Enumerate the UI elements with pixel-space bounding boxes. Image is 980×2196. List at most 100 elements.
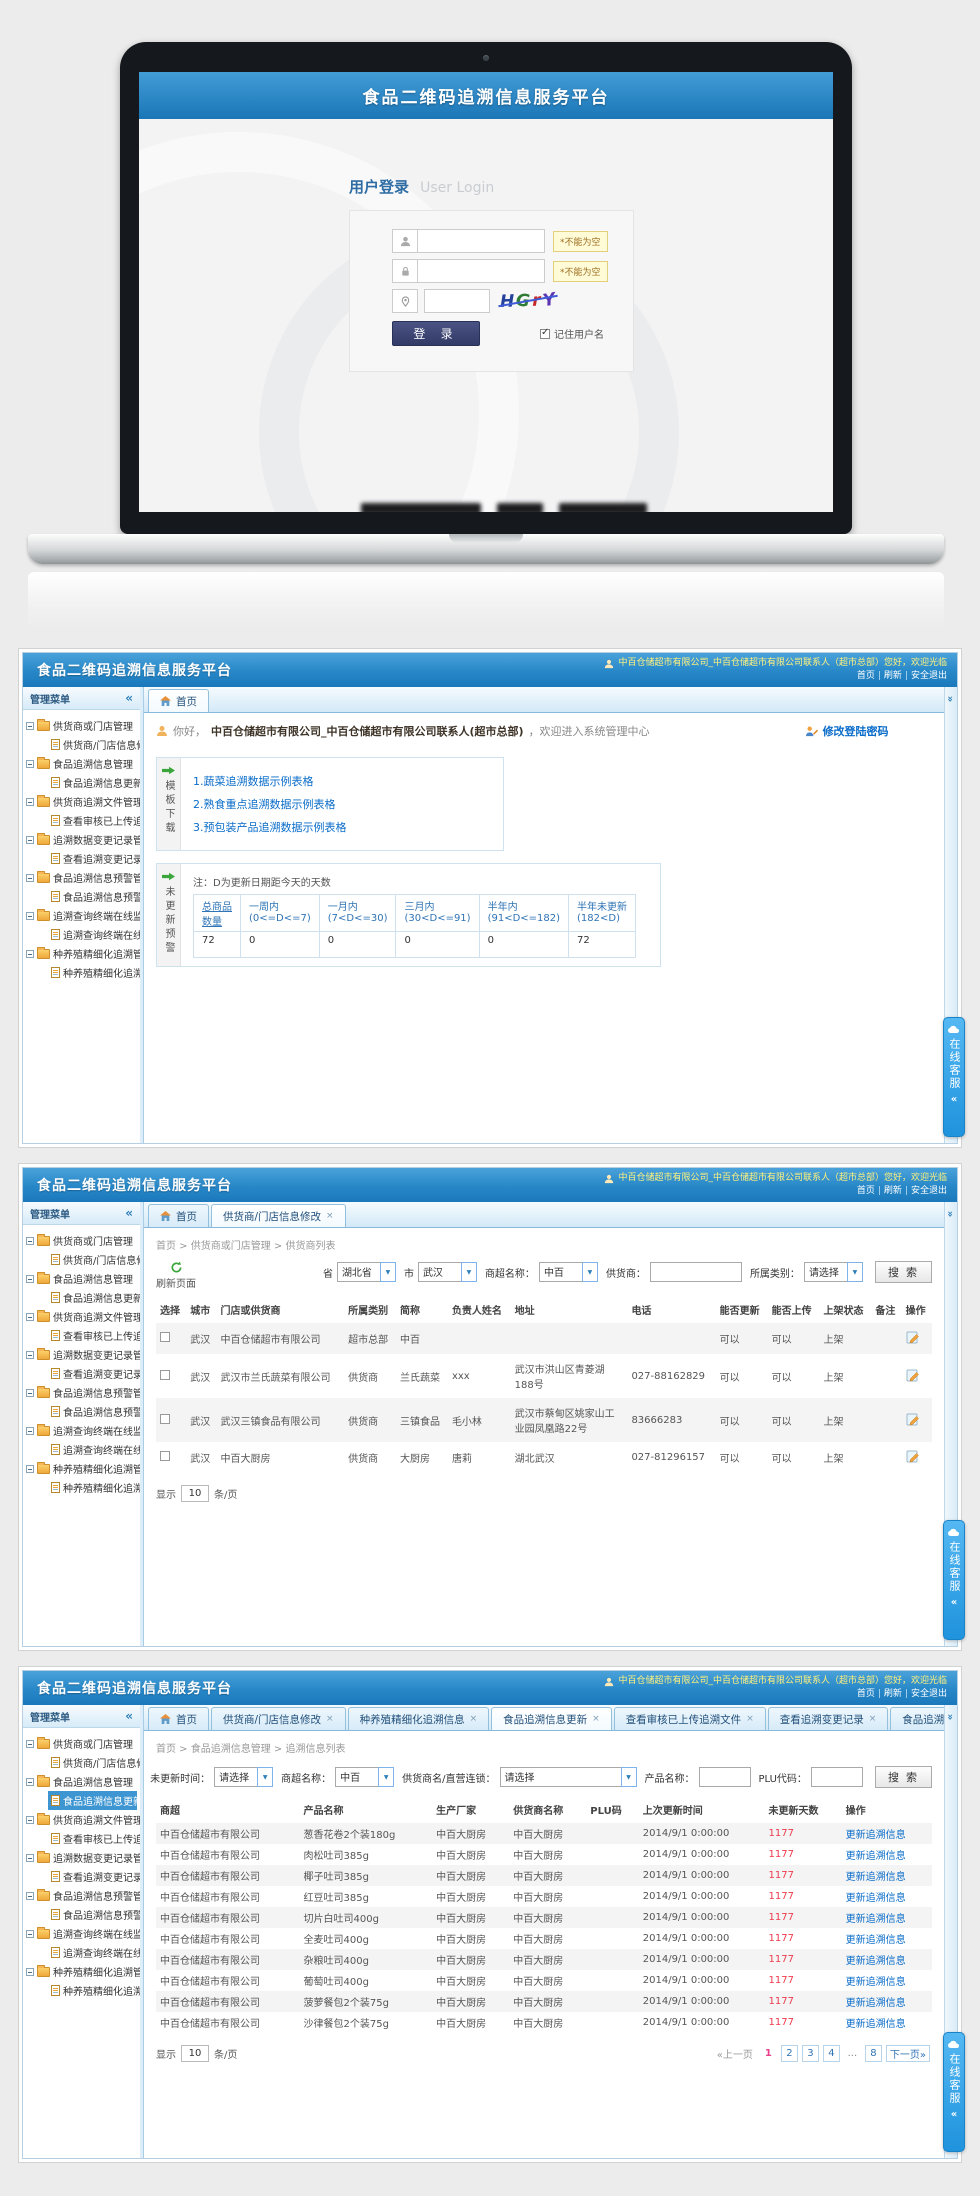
nav-home-link[interactable]: 首页 bbox=[857, 1689, 875, 1699]
sidebar-item[interactable]: 食品追溯信息更新 bbox=[48, 1288, 137, 1307]
sidebar-item[interactable]: 种养殖精细化追溯信息 bbox=[48, 1478, 137, 1497]
tab[interactable]: 查看追溯变更记录× bbox=[768, 1707, 889, 1730]
filter-select[interactable]: 请选择▼ bbox=[804, 1262, 863, 1282]
sidebar-group[interactable]: 供货商追溯文件管理 bbox=[26, 1810, 137, 1829]
nav-refresh-link[interactable]: 刷新 bbox=[884, 1689, 902, 1699]
sidebar-item[interactable]: 食品追溯信息更新 bbox=[48, 1791, 137, 1810]
pagination-page[interactable]: 8 bbox=[865, 2045, 882, 2062]
collapse-toggle-icon[interactable] bbox=[26, 1968, 34, 1976]
template-download-link[interactable]: 3.预包装产品追溯数据示例表格 bbox=[193, 819, 491, 835]
sidebar-collapse-icon[interactable]: « bbox=[125, 1206, 133, 1220]
sidebar-item[interactable]: 查看审核已上传追溯文件 bbox=[48, 1326, 137, 1345]
nav-refresh-link[interactable]: 刷新 bbox=[884, 671, 902, 681]
collapse-toggle-icon[interactable] bbox=[26, 912, 34, 920]
login-button[interactable]: 登 录 bbox=[392, 321, 480, 346]
collapse-toggle-icon[interactable] bbox=[26, 1237, 34, 1245]
collapse-toggle-icon[interactable] bbox=[26, 1351, 34, 1359]
sidebar-group[interactable]: 追溯数据变更记录管理 bbox=[26, 1848, 137, 1867]
sidebar-group[interactable]: 食品追溯信息预警管理 bbox=[26, 1886, 137, 1905]
sidebar-item[interactable]: 追溯查询终端在线状态 bbox=[48, 1440, 137, 1459]
sidebar-group[interactable]: 追溯数据变更记录管理 bbox=[26, 1345, 137, 1364]
update-trace-link[interactable]: 更新追溯信息 bbox=[846, 1872, 906, 1883]
sidebar-group[interactable]: 食品追溯信息管理 bbox=[26, 1772, 137, 1791]
collapse-toggle-icon[interactable] bbox=[26, 950, 34, 958]
update-trace-link[interactable]: 更新追溯信息 bbox=[846, 1977, 906, 1988]
search-button[interactable]: 搜 索 bbox=[875, 1261, 932, 1283]
sidebar-collapse-icon[interactable]: « bbox=[125, 1709, 133, 1723]
close-tab-icon[interactable]: × bbox=[869, 1714, 877, 1724]
tab[interactable]: 种养殖精细化追溯信息× bbox=[348, 1707, 490, 1730]
collapse-toggle-icon[interactable] bbox=[26, 1465, 34, 1473]
tab[interactable]: 供货商/门店信息修改× bbox=[211, 1707, 346, 1730]
nav-logout-link[interactable]: 安全退出 bbox=[911, 1186, 947, 1196]
sidebar-group[interactable]: 种养殖精细化追溯管理 bbox=[26, 1459, 137, 1478]
sidebar-item[interactable]: 食品追溯信息预警 bbox=[48, 1905, 137, 1924]
collapse-toggle-icon[interactable] bbox=[26, 1313, 34, 1321]
update-trace-link[interactable]: 更新追溯信息 bbox=[846, 1935, 906, 1946]
update-trace-link[interactable]: 更新追溯信息 bbox=[846, 1851, 906, 1862]
sidebar-item[interactable]: 供货商/门店信息修改 bbox=[48, 1250, 137, 1269]
row-checkbox[interactable] bbox=[160, 1451, 170, 1461]
update-trace-link[interactable]: 更新追溯信息 bbox=[846, 1956, 906, 1967]
nav-logout-link[interactable]: 安全退出 bbox=[911, 1689, 947, 1699]
online-service-tab[interactable]: 在线客服 « bbox=[943, 2032, 965, 2152]
refresh-page-button[interactable]: 刷新页面 bbox=[156, 1261, 196, 1290]
collapse-toggle-icon[interactable] bbox=[26, 1778, 34, 1786]
captcha-input[interactable] bbox=[424, 289, 490, 313]
sidebar-group[interactable]: 追溯查询终端在线监测 bbox=[26, 1421, 137, 1440]
sidebar-item[interactable]: 查看追溯变更记录 bbox=[48, 1867, 137, 1886]
password-input[interactable] bbox=[418, 259, 545, 283]
edit-icon[interactable] bbox=[906, 1368, 920, 1382]
pagination-prev[interactable]: «上一页 bbox=[714, 2045, 756, 2062]
online-service-tab[interactable]: 在线客服 « bbox=[943, 1520, 965, 1640]
update-trace-link[interactable]: 更新追溯信息 bbox=[846, 1893, 906, 1904]
collapse-toggle-icon[interactable] bbox=[26, 836, 34, 844]
template-download-link[interactable]: 1.蔬菜追溯数据示例表格 bbox=[193, 773, 491, 789]
collapse-toggle-icon[interactable] bbox=[26, 1816, 34, 1824]
collapse-toggle-icon[interactable] bbox=[26, 1892, 34, 1900]
collapse-toggle-icon[interactable] bbox=[26, 722, 34, 730]
edit-icon[interactable] bbox=[906, 1449, 920, 1463]
update-trace-link[interactable]: 更新追溯信息 bbox=[846, 1830, 906, 1841]
pagination-page[interactable]: 2 bbox=[781, 2045, 798, 2062]
close-tab-icon[interactable]: × bbox=[746, 1714, 754, 1724]
sidebar-group[interactable]: 种养殖精细化追溯管理 bbox=[26, 1962, 137, 1981]
filter-select[interactable]: 湖北省▼ bbox=[337, 1262, 396, 1282]
sidebar-collapse-icon[interactable]: « bbox=[125, 691, 133, 705]
collapse-down-icon[interactable]: « bbox=[945, 696, 957, 702]
nav-home-link[interactable]: 首页 bbox=[857, 671, 875, 681]
sidebar-group[interactable]: 供货商追溯文件管理 bbox=[26, 792, 137, 811]
filter-select[interactable]: 中百▼ bbox=[335, 1767, 394, 1787]
filter-select[interactable]: 武汉▼ bbox=[418, 1262, 477, 1282]
close-tab-icon[interactable]: × bbox=[326, 1211, 334, 1221]
tab[interactable]: 供货商/门店信息修改× bbox=[211, 1204, 346, 1227]
nav-refresh-link[interactable]: 刷新 bbox=[884, 1186, 902, 1196]
sidebar-group[interactable]: 追溯查询终端在线监测 bbox=[26, 906, 137, 925]
sidebar-item[interactable]: 查看追溯变更记录 bbox=[48, 1364, 137, 1383]
tab[interactable]: 查看审核已上传追溯文件× bbox=[614, 1707, 766, 1730]
template-download-link[interactable]: 2.熟食重点追溯数据示例表格 bbox=[193, 796, 491, 812]
sidebar-item[interactable]: 查看追溯变更记录 bbox=[48, 849, 137, 868]
update-trace-link[interactable]: 更新追溯信息 bbox=[846, 1914, 906, 1925]
sidebar-item[interactable]: 查看审核已上传追溯文件 bbox=[48, 811, 137, 830]
sidebar-group[interactable]: 食品追溯信息管理 bbox=[26, 754, 137, 773]
filter-select[interactable]: 请选择▼ bbox=[214, 1767, 273, 1787]
page-size-input[interactable]: 10 bbox=[181, 2045, 209, 2062]
pagination-page[interactable]: 1 bbox=[760, 2045, 777, 2062]
online-service-tab[interactable]: 在线客服 « bbox=[943, 1017, 965, 1137]
sidebar-item[interactable]: 种养殖精细化追溯信息 bbox=[48, 1981, 137, 2000]
sidebar-group[interactable]: 供货商或门店管理 bbox=[26, 1231, 137, 1250]
search-button[interactable]: 搜 索 bbox=[875, 1766, 932, 1788]
tab[interactable]: 首页 bbox=[148, 689, 209, 712]
captcha-image[interactable]: HGrY bbox=[500, 290, 558, 312]
filter-input[interactable] bbox=[699, 1767, 751, 1787]
sidebar-group[interactable]: 供货商或门店管理 bbox=[26, 1734, 137, 1753]
collapse-down-icon[interactable]: « bbox=[945, 1714, 957, 1720]
sidebar-group[interactable]: 供货商追溯文件管理 bbox=[26, 1307, 137, 1326]
sidebar-group[interactable]: 食品追溯信息管理 bbox=[26, 1269, 137, 1288]
sidebar-group[interactable]: 追溯数据变更记录管理 bbox=[26, 830, 137, 849]
collapse-toggle-icon[interactable] bbox=[26, 1427, 34, 1435]
nav-home-link[interactable]: 首页 bbox=[857, 1186, 875, 1196]
sidebar-item[interactable]: 食品追溯信息预警 bbox=[48, 1402, 137, 1421]
sidebar-group[interactable]: 供货商或门店管理 bbox=[26, 716, 137, 735]
